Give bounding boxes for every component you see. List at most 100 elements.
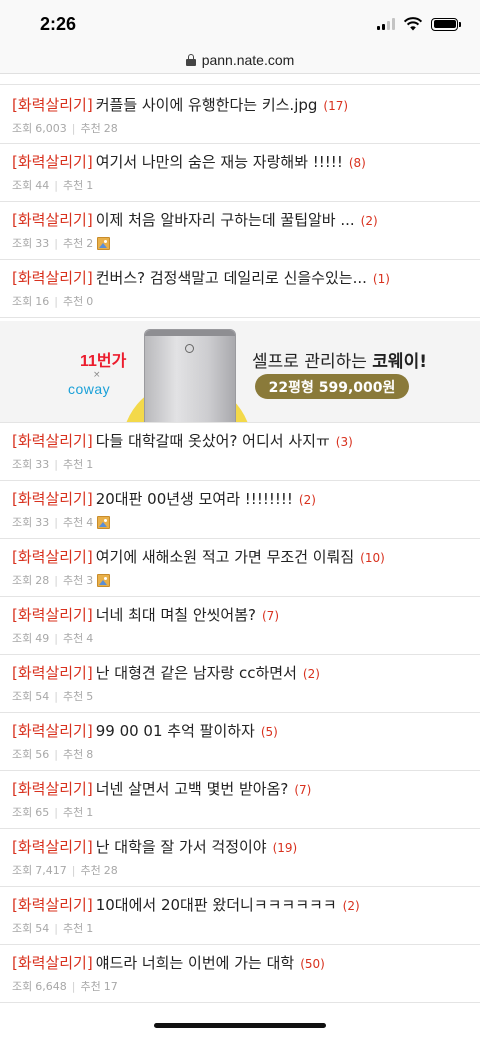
list-item[interactable]: [화력살리기] 다들 대학갈때 옷샀어? 어디서 사지ㅠ (3) 조회 33 | 추천 1: [0, 423, 480, 481]
home-indicator[interactable]: [154, 1023, 326, 1028]
recommend-value: 17: [103, 979, 118, 993]
post-meta: 조회 54 | 추천 1: [12, 921, 468, 936]
meta-divider: |: [71, 863, 76, 877]
views-label: 조회: [12, 122, 33, 135]
cellular-signal-icon: [377, 18, 395, 30]
post-category-tag: [화력살리기]: [12, 664, 93, 682]
recommend-value: 3: [86, 573, 94, 587]
views-value: 16: [35, 294, 50, 308]
post-title[interactable]: 여기서 나만의 숨은 재능 자랑해봐 !!!!!: [96, 152, 343, 172]
post-category-tag: [화력살리기]: [12, 153, 93, 171]
meta-divider: |: [54, 921, 58, 935]
post-title[interactable]: 얘드라 너희는 이번에 가는 대학: [96, 953, 294, 973]
recommend-label: 추천: [62, 748, 84, 761]
post-title[interactable]: 99 00 01 추억 팔이하자: [96, 721, 255, 741]
views-value: 65: [35, 805, 50, 819]
list-item[interactable]: [화력살리기] 여기에 새해소원 적고 가면 무조건 이뤄짐 (10) 조회 28 | 추천…: [0, 539, 480, 597]
post-title-line: [화력살리기] 10대에서 20대판 왔더니ㅋㅋㅋㅋㅋㅋ (2): [12, 895, 468, 916]
address-bar[interactable]: pann.nate.com: [0, 46, 480, 74]
meta-divider: |: [54, 689, 58, 703]
recommend-label: 추천: [62, 516, 84, 529]
post-title[interactable]: 너네 최대 며칠 안씻어봄?: [96, 605, 256, 625]
views-label: 조회: [12, 690, 33, 703]
views-value: 6,648: [35, 979, 67, 993]
post-meta: 조회 44 | 추천 1: [12, 178, 468, 193]
views-value: 33: [35, 236, 50, 250]
comment-count: (19): [272, 841, 298, 855]
list-item[interactable]: [화력살리기] 여기서 나만의 숨은 재능 자랑해봐 !!!!! (8) 조회 44 | 추…: [0, 144, 480, 202]
post-title-line: [화력살리기] 이제 처음 알바자리 구하는데 꿀팁알바 ... (2): [12, 210, 468, 231]
post-meta: 조회 65 | 추천 1: [12, 805, 468, 820]
list-item[interactable]: [화력살리기] 너네 최대 며칠 안씻어봄? (7) 조회 49 | 추천 4: [0, 597, 480, 655]
views-value: 56: [35, 747, 50, 761]
post-meta: 조회 33 | 추천 4: [12, 515, 468, 529]
post-title[interactable]: 20대판 00년생 모여라 !!!!!!!!: [96, 489, 293, 509]
post-meta: 조회 6,648 | 추천 17: [12, 979, 468, 994]
post-category-tag: [화력살리기]: [12, 96, 93, 114]
post-list-top: [화력살리기] 커플들 사이에 유행한다는 키스.jpg (17) 조회 6,003 | 추…: [0, 84, 480, 318]
battery-icon: [431, 17, 461, 31]
recommend-value: 5: [86, 689, 94, 703]
post-meta: 조회 54 | 추천 5: [12, 689, 468, 704]
views-value: 54: [35, 921, 50, 935]
recommend-label: 추천: [62, 690, 84, 703]
list-item[interactable]: [화력살리기] 난 대학을 잘 가서 걱정이야 (19) 조회 7,417 | 추천 28: [0, 829, 480, 887]
views-value: 7,417: [35, 863, 67, 877]
list-item[interactable]: [화력살리기] 컨버스? 검정색말고 데일리로 신을수있는... (1) 조회 16 | 추…: [0, 260, 480, 318]
post-title[interactable]: 너넨 살면서 고백 몇번 받아옴?: [96, 779, 289, 799]
meta-divider: |: [54, 573, 58, 587]
url-text: pann.nate.com: [201, 51, 295, 68]
post-category-tag: [화력살리기]: [12, 490, 93, 508]
views-value: 44: [35, 178, 50, 192]
recommend-label: 추천: [62, 574, 84, 587]
post-category-tag: [화력살리기]: [12, 211, 93, 229]
post-title[interactable]: 컨버스? 검정색말고 데일리로 신을수있는...: [96, 268, 367, 288]
views-label: 조회: [12, 980, 33, 993]
views-label: 조회: [12, 295, 33, 308]
views-value: 33: [35, 457, 50, 471]
views-label: 조회: [12, 806, 33, 819]
meta-divider: |: [54, 178, 58, 192]
post-meta: 조회 7,417 | 추천 28: [12, 863, 468, 878]
post-category-tag: [화력살리기]: [12, 954, 93, 972]
meta-divider: |: [71, 121, 76, 135]
comment-count: (2): [298, 493, 316, 507]
post-title[interactable]: 커플들 사이에 유행한다는 키스.jpg: [96, 95, 318, 115]
meta-divider: |: [54, 515, 58, 529]
views-label: 조회: [12, 632, 33, 645]
ad-banner[interactable]: 11번가 × coway 셀프로 관리하는 코웨이! 22평형 599,000원: [0, 321, 480, 423]
ad-11st-logo: 11번가: [80, 353, 127, 370]
list-item[interactable]: [화력살리기] 이제 처음 알바자리 구하는데 꿀팁알바 ... (2) 조회 33 | 추…: [0, 202, 480, 260]
post-title[interactable]: 10대에서 20대판 왔더니ㅋㅋㅋㅋㅋㅋ: [96, 895, 337, 915]
list-item[interactable]: [화력살리기] 10대에서 20대판 왔더니ㅋㅋㅋㅋㅋㅋ (2) 조회 54 | 추천 1: [0, 887, 480, 945]
post-title[interactable]: 다들 대학갈때 옷샀어? 어디서 사지ㅠ: [96, 431, 330, 451]
comment-count: (2): [342, 899, 360, 913]
recommend-label: 추천: [62, 458, 84, 471]
list-item[interactable]: [화력살리기] 너넨 살면서 고백 몇번 받아옴? (7) 조회 65 | 추천 1: [0, 771, 480, 829]
list-item[interactable]: [화력살리기] 99 00 01 추억 팔이하자 (5) 조회 56 | 추천 8: [0, 713, 480, 771]
recommend-value: 4: [86, 631, 94, 645]
recommend-value: 1: [86, 178, 94, 192]
post-title-line: [화력살리기] 여기에 새해소원 적고 가면 무조건 이뤄짐 (10): [12, 547, 468, 568]
recommend-value: 1: [86, 805, 94, 819]
recommend-value: 28: [103, 121, 118, 135]
list-item[interactable]: [화력살리기] 20대판 00년생 모여라 !!!!!!!! (2) 조회 33 | 추천 4: [0, 481, 480, 539]
post-title[interactable]: 난 대학을 잘 가서 걱정이야: [96, 837, 267, 857]
views-label: 조회: [12, 516, 33, 529]
views-value: 6,003: [35, 121, 67, 135]
list-item[interactable]: [화력살리기] 커플들 사이에 유행한다는 키스.jpg (17) 조회 6,003 | 추…: [0, 84, 480, 144]
status-icons: [377, 17, 461, 31]
air-purifier-image: [144, 329, 236, 422]
post-category-tag: [화력살리기]: [12, 548, 93, 566]
post-meta: 조회 56 | 추천 8: [12, 747, 468, 762]
list-item[interactable]: [화력살리기] 난 대형견 같은 남자랑 cc하면서 (2) 조회 54 | 추천 5: [0, 655, 480, 713]
post-title-line: [화력살리기] 99 00 01 추억 팔이하자 (5): [12, 721, 468, 742]
recommend-label: 추천: [62, 179, 84, 192]
post-title[interactable]: 여기에 새해소원 적고 가면 무조건 이뤄짐: [96, 547, 354, 567]
list-item[interactable]: [화력살리기] 얘드라 너희는 이번에 가는 대학 (50) 조회 6,648 | 추천 17: [0, 945, 480, 1003]
post-title[interactable]: 난 대형견 같은 남자랑 cc하면서: [96, 663, 297, 683]
views-label: 조회: [12, 458, 33, 471]
post-meta: 조회 33 | 추천 1: [12, 457, 468, 472]
comment-count: (1): [372, 272, 390, 286]
post-title[interactable]: 이제 처음 알바자리 구하는데 꿀팁알바 ...: [96, 210, 355, 230]
